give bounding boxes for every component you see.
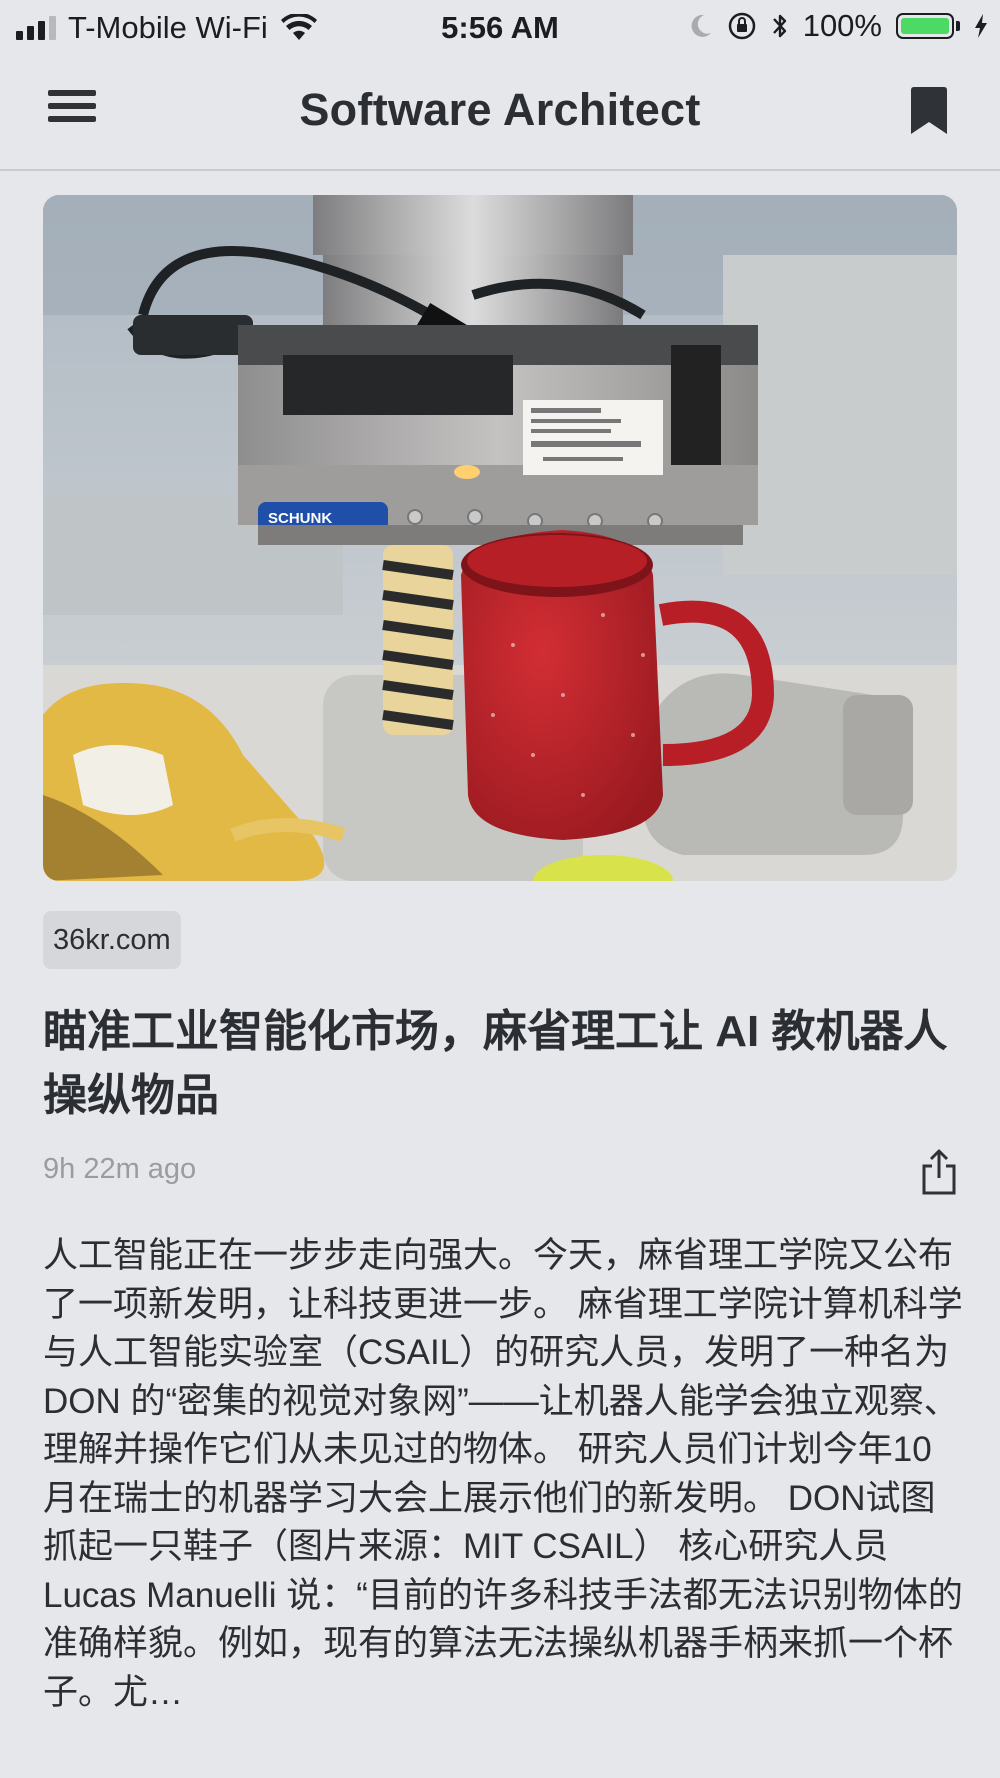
article-timestamp: 9h 22m ago (43, 1153, 197, 1185)
source-badge[interactable]: 36kr.com (43, 911, 181, 969)
bookmark-icon[interactable] (908, 86, 950, 136)
battery-fill (901, 18, 949, 34)
battery-icon (896, 13, 960, 39)
rotation-lock-icon (728, 12, 755, 40)
article-image[interactable]: SCHUNK (43, 195, 957, 881)
article-body[interactable]: 人工智能正在一步步走向强大。今天，麻省理工学院又公布了一项新发明，让科技更进一步… (43, 1232, 963, 1717)
status-right: 100% (689, 8, 988, 44)
page-title: Software Architect (299, 84, 701, 135)
hamburger-menu-icon[interactable] (48, 90, 96, 130)
charging-icon (975, 14, 987, 38)
carrier-label: T-Mobile Wi-Fi (68, 10, 268, 45)
moon-icon (691, 14, 711, 37)
battery-percent: 100% (802, 8, 882, 43)
signal-icon (16, 16, 56, 40)
wifi-icon (280, 14, 317, 40)
status-bar: T-Mobile Wi-Fi 5:56 AM 100% (0, 0, 1000, 56)
status-left: T-Mobile Wi-Fi (16, 10, 318, 46)
robot-gripper-photo: SCHUNK (43, 195, 957, 881)
bluetooth-icon (772, 14, 786, 38)
article-title[interactable]: 瞄准工业智能化市场，麻省理工让 AI 教机器人操纵物品 (43, 1000, 957, 1128)
nav-bar: Software Architect (0, 56, 1000, 171)
share-icon[interactable] (920, 1148, 958, 1196)
brand-label: SCHUNK (268, 510, 332, 527)
